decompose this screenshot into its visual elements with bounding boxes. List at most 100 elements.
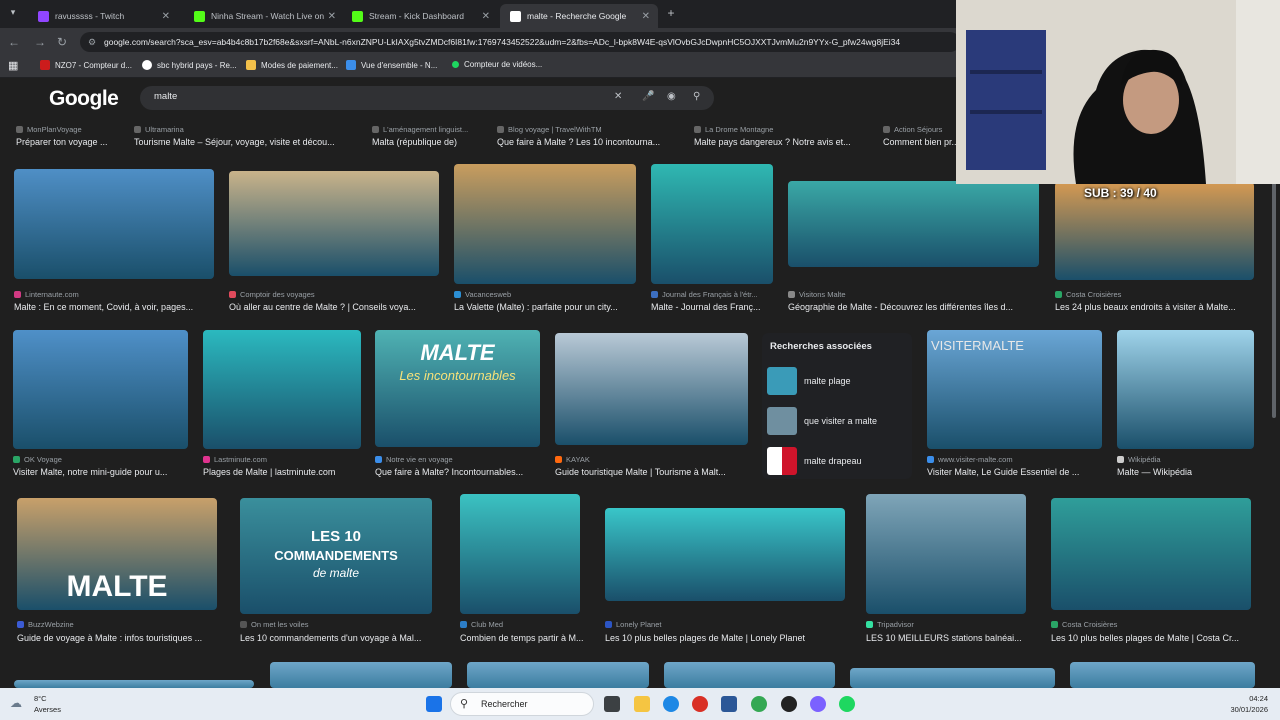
result-caption[interactable]: Malte - Journal des Franç...: [651, 302, 785, 312]
result-image[interactable]: [1070, 662, 1255, 688]
weather-widget[interactable]: 8°C Averses: [34, 693, 61, 715]
result-image[interactable]: [866, 494, 1026, 614]
scrollbar[interactable]: [1271, 118, 1277, 688]
result-image[interactable]: [788, 181, 1039, 267]
result-caption[interactable]: Malta (république de): [372, 137, 490, 147]
obs-icon[interactable]: [781, 696, 797, 712]
result-caption[interactable]: Où aller au centre de Malte ? | Conseils…: [229, 302, 451, 312]
related-item[interactable]: malte drapeau: [767, 446, 909, 476]
overlay-logo-text: VISITERMALTE: [931, 338, 1024, 353]
windows-start-icon[interactable]: [426, 696, 442, 712]
tab-twitch[interactable]: ravusssss - Twitch ✕: [28, 4, 178, 28]
result-image[interactable]: [651, 164, 773, 284]
result-image[interactable]: [203, 330, 361, 449]
result-caption[interactable]: Que faire à Malte ? Les 10 incontourna..…: [497, 137, 687, 147]
result-caption[interactable]: Visiter Malte, notre mini-guide pour u..…: [13, 467, 200, 477]
result-image[interactable]: [555, 333, 748, 445]
back-arrow-icon[interactable]: ←: [6, 34, 22, 50]
store-icon[interactable]: [721, 696, 737, 712]
tab-kick-dashboard[interactable]: Stream - Kick Dashboard ✕: [342, 4, 498, 28]
related-item[interactable]: malte plage: [767, 366, 909, 396]
close-tab-icon[interactable]: ✕: [482, 11, 490, 22]
result-image[interactable]: [1117, 330, 1254, 449]
url-field[interactable]: ⚙ google.com/search?sca_esv=ab4b4c8b17b2…: [80, 32, 960, 52]
close-tab-icon[interactable]: ✕: [328, 11, 336, 22]
result-image[interactable]: [14, 680, 254, 688]
result-image[interactable]: [605, 508, 845, 601]
clear-icon[interactable]: ✕: [614, 91, 622, 102]
bookmark-item[interactable]: NZO7 - Compteur d...: [40, 60, 132, 70]
result-image[interactable]: MALTE Les incontournables: [375, 330, 540, 447]
result-image[interactable]: [460, 494, 580, 614]
result-image[interactable]: [850, 668, 1055, 688]
result-caption[interactable]: Les 10 plus belles plages de Malte | Cos…: [1051, 633, 1263, 643]
result-source: OK Voyage: [13, 455, 198, 464]
source-name: Costa Croisières: [1062, 620, 1118, 629]
opera-icon[interactable]: [692, 696, 708, 712]
result-caption[interactable]: Préparer ton voyage ...: [16, 137, 126, 147]
result-caption[interactable]: Les 10 plus belles plages de Malte | Lon…: [605, 633, 857, 643]
result-image[interactable]: [664, 662, 835, 688]
result-source: L'aménagement linguist...: [372, 125, 490, 134]
tab-google-active[interactable]: malte - Recherche Google ✕: [500, 4, 658, 28]
search-box[interactable]: malte ✕ 🎤 ◉ ⚲: [140, 86, 714, 110]
search-icon[interactable]: ⚲: [693, 91, 700, 102]
result-caption[interactable]: Malte : En ce moment, Covid, à voir, pag…: [14, 302, 226, 312]
edge-icon[interactable]: [663, 696, 679, 712]
result-caption[interactable]: Tourisme Malte – Séjour, voyage, visite …: [134, 137, 364, 147]
taskbar-search[interactable]: ⚲ Rechercher: [450, 692, 594, 716]
chrome-icon[interactable]: [751, 696, 767, 712]
weather-icon[interactable]: ☁: [10, 696, 28, 712]
microphone-icon[interactable]: 🎤: [642, 91, 654, 102]
result-image[interactable]: MALTE: [17, 498, 217, 610]
result-caption[interactable]: Géographie de Malte - Découvrez les diff…: [788, 302, 1051, 312]
result-image[interactable]: [454, 164, 636, 284]
result-image[interactable]: [14, 169, 214, 279]
result-image[interactable]: [229, 171, 439, 276]
result-caption[interactable]: Comment bien pr...: [883, 137, 958, 147]
related-item[interactable]: que visiter a malte: [767, 406, 909, 436]
clock[interactable]: 04:24 30/01/2026: [1230, 693, 1268, 715]
result-caption[interactable]: Les 10 commandements d'un voyage à Mal..…: [240, 633, 444, 643]
result-caption[interactable]: Les 24 plus beaux endroits à visiter à M…: [1055, 302, 1266, 312]
bookmark-item[interactable]: sbc hybrid pays - Re...: [142, 60, 237, 70]
result-caption[interactable]: Combien de temps partir à M...: [460, 633, 592, 643]
close-tab-icon[interactable]: ✕: [642, 11, 650, 22]
task-view-icon[interactable]: [604, 696, 620, 712]
file-explorer-icon[interactable]: [634, 696, 650, 712]
result-caption[interactable]: La Valette (Malte) : parfaite pour un ci…: [454, 302, 648, 312]
result-caption[interactable]: Que faire à Malte? Incontournables...: [375, 467, 552, 477]
bookmark-item[interactable]: Modes de paiement...: [246, 60, 338, 70]
result-caption[interactable]: Visiter Malte, Le Guide Essentiel de ...: [927, 467, 1114, 477]
source-name: www.visiter-malte.com: [938, 455, 1013, 464]
result-image[interactable]: VISITERMALTE: [927, 330, 1102, 449]
tab-title: Stream - Kick Dashboard: [369, 11, 464, 21]
result-image[interactable]: [467, 662, 649, 688]
source-name: Lonely Planet: [616, 620, 662, 629]
result-caption[interactable]: Guide de voyage à Malte : infos touristi…: [17, 633, 229, 643]
result-caption[interactable]: Malte — Wikipédia: [1117, 467, 1266, 477]
tab-search-button[interactable]: ▾: [6, 7, 20, 21]
forward-arrow-icon[interactable]: →: [32, 34, 48, 50]
spotify-icon[interactable]: [839, 696, 855, 712]
result-caption[interactable]: Guide touristique Malte | Tourisme à Mal…: [555, 467, 760, 477]
result-caption[interactable]: Malte pays dangereux ? Notre avis et...: [694, 137, 874, 147]
close-tab-icon[interactable]: ✕: [162, 11, 170, 22]
result-image[interactable]: [13, 330, 188, 449]
app-icon[interactable]: [810, 696, 826, 712]
lens-camera-icon[interactable]: ◉: [667, 91, 676, 102]
google-logo[interactable]: Google: [49, 87, 119, 111]
result-image[interactable]: [1051, 498, 1251, 610]
source-name: Action Séjours: [894, 125, 943, 134]
new-tab-button[interactable]: +: [664, 6, 678, 20]
result-image[interactable]: [270, 662, 452, 688]
site-info-icon[interactable]: ⚙: [88, 32, 96, 52]
result-image[interactable]: LES 10 COMMANDEMENTS de malte: [240, 498, 432, 614]
result-caption[interactable]: LES 10 MEILLEURS stations balnéai...: [866, 633, 1038, 643]
bookmark-item[interactable]: Vue d'ensemble - N...: [346, 60, 437, 70]
reload-icon[interactable]: ↻: [54, 34, 70, 50]
bookmark-item[interactable]: Compteur de vidéos...: [452, 60, 542, 69]
tab-kick-ninha[interactable]: Ninha Stream - Watch Live on Kick ✕: [184, 4, 344, 28]
result-caption[interactable]: Plages de Malte | lastminute.com: [203, 467, 373, 477]
apps-grid-icon[interactable]: ▦: [8, 59, 18, 72]
